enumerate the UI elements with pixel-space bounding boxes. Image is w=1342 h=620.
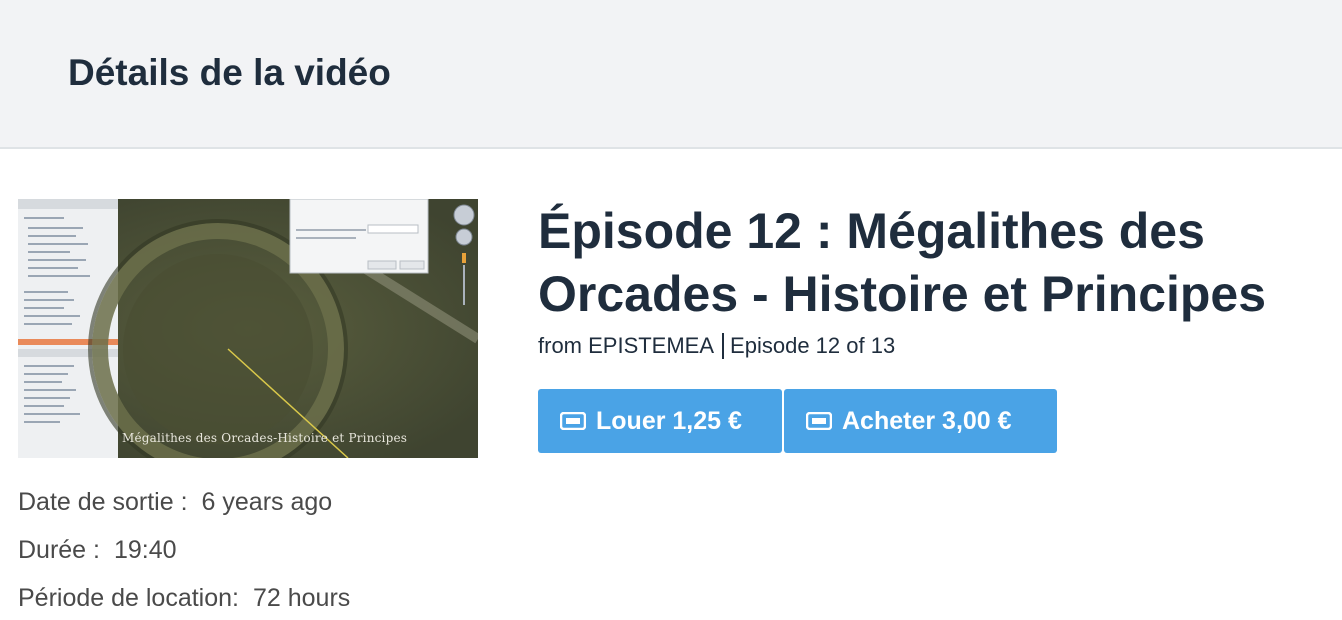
rent-button-label: Louer 1,25 € bbox=[596, 406, 742, 435]
channel-link[interactable]: from EPISTEMEA bbox=[538, 333, 714, 359]
byline: from EPISTEMEA Episode 12 of 13 bbox=[538, 333, 895, 359]
ticket-icon bbox=[806, 412, 832, 430]
thumbnail-caption: Mégalithes des Orcades-Histoire et Princ… bbox=[122, 431, 408, 445]
release-date-label: Date de sortie : bbox=[18, 488, 188, 516]
release-date-value: 6 years ago bbox=[201, 488, 333, 516]
release-date: Date de sortie : 6 years ago bbox=[18, 488, 332, 517]
rental-period-value: 72 hours bbox=[252, 584, 351, 612]
duration: Durée : 19:40 bbox=[18, 536, 177, 565]
rental-period: Période de location: 72 hours bbox=[18, 584, 350, 613]
byline-separator bbox=[722, 333, 725, 359]
ticket-icon bbox=[560, 412, 586, 430]
buy-button[interactable]: Acheter 3,00 € bbox=[784, 389, 1057, 453]
rent-button[interactable]: Louer 1,25 € bbox=[538, 389, 782, 453]
buy-button-label: Acheter 3,00 € bbox=[842, 406, 1012, 435]
episode-count: Episode 12 of 13 bbox=[730, 333, 896, 358]
page-title: Détails de la vidéo bbox=[68, 52, 391, 93]
rental-period-label: Période de location: bbox=[18, 584, 239, 612]
duration-value: 19:40 bbox=[113, 536, 177, 564]
video-thumbnail[interactable]: Mégalithes des Orcades-Histoire et Princ… bbox=[18, 199, 478, 458]
page-header: Détails de la vidéo bbox=[0, 0, 1342, 149]
thumbnail-image bbox=[18, 199, 478, 458]
episode-title: Épisode 12 : Mégalithes des Orcades - Hi… bbox=[538, 203, 1267, 322]
duration-label: Durée : bbox=[18, 536, 100, 564]
